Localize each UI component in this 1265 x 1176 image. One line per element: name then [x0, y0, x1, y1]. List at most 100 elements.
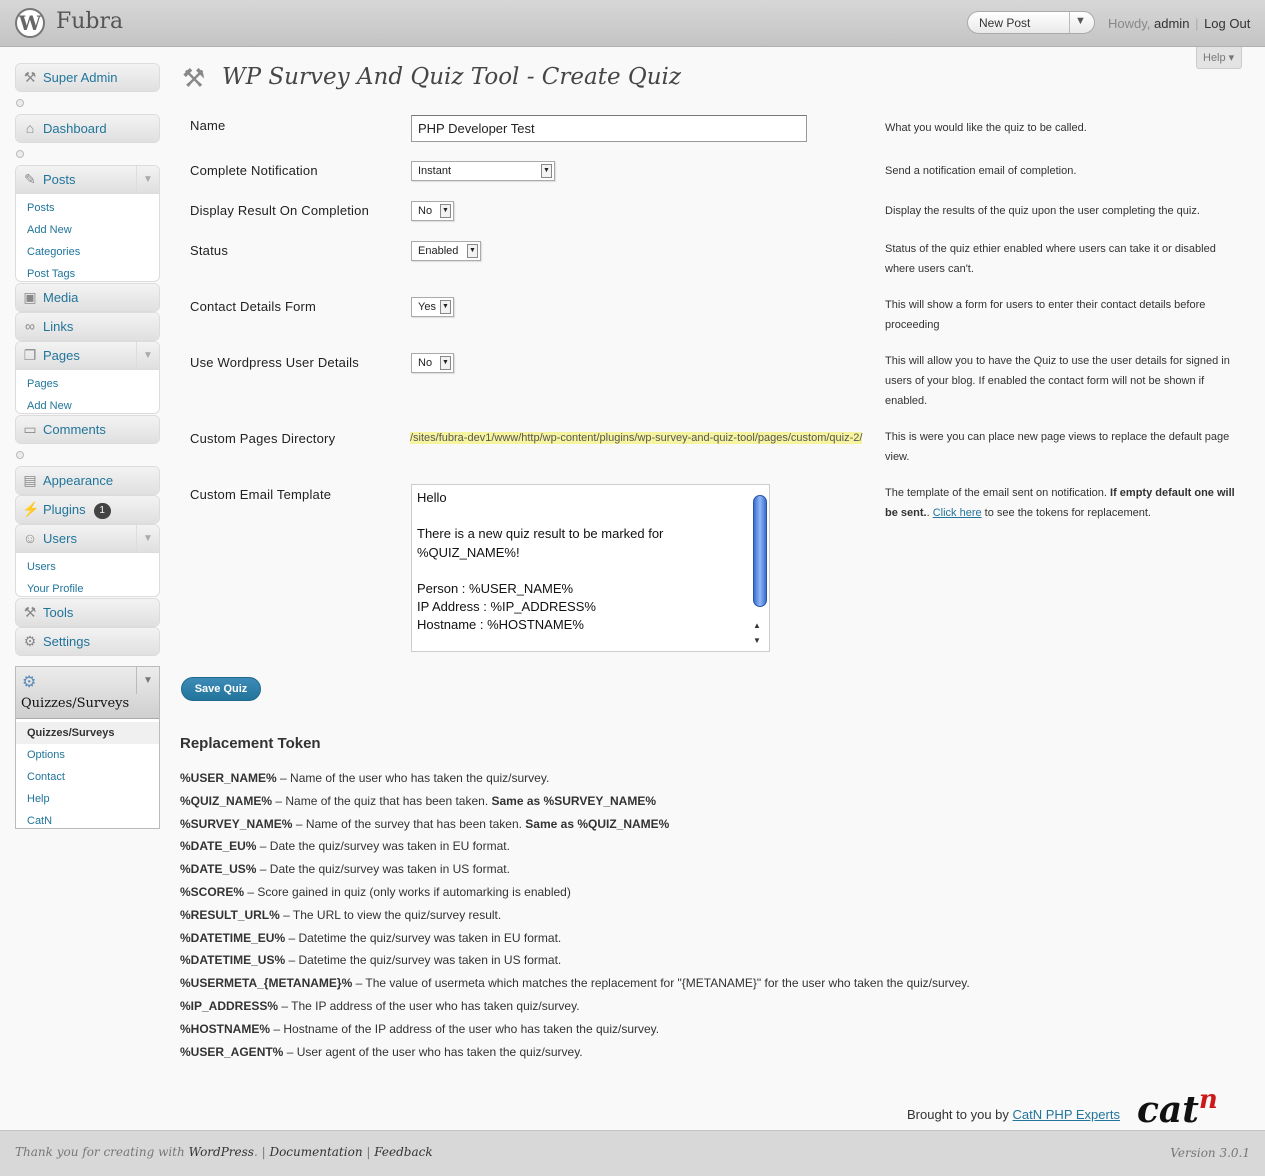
- chevron-down-icon[interactable]: ▼: [1075, 15, 1086, 27]
- menu-separator: [16, 99, 24, 107]
- menu-plugins[interactable]: ⚡ Plugins 1: [15, 495, 160, 524]
- update-count-badge: 1: [93, 502, 111, 519]
- help-tab[interactable]: Help ▾: [1196, 47, 1242, 69]
- menu-label[interactable]: Appearance: [43, 473, 113, 488]
- menu-label[interactable]: Media: [43, 290, 78, 305]
- status-select[interactable]: Enabled ▼: [411, 241, 481, 261]
- menu-settings[interactable]: ⚙ Settings: [15, 627, 160, 656]
- menu-label[interactable]: Quizzes/Surveys: [21, 696, 129, 711]
- menu-label[interactable]: Pages: [43, 348, 80, 363]
- tokens-link[interactable]: Click here: [933, 507, 982, 519]
- catn-logo[interactable]: catn: [1137, 1085, 1218, 1131]
- scroll-down-icon[interactable]: ▼: [753, 636, 761, 645]
- menu-separator: [16, 150, 24, 158]
- menu-appearance[interactable]: ▤ Appearance: [15, 466, 160, 495]
- admin-header: W Fubra New Post ▼ Howdy, admin | Log Ou…: [0, 0, 1265, 47]
- menu-label[interactable]: Super Admin: [43, 70, 117, 85]
- use-wp-user-select[interactable]: No ▼: [411, 353, 454, 373]
- submenu-item[interactable]: Posts: [16, 197, 159, 219]
- select-value: Enabled: [418, 245, 459, 257]
- submenu-item[interactable]: Add New: [16, 219, 159, 241]
- token-description: – Name of the survey that has been taken…: [292, 816, 526, 831]
- contact-form-select[interactable]: Yes ▼: [411, 297, 454, 317]
- desc-text-after: to see the tokens for replacement.: [984, 507, 1151, 519]
- menu-label[interactable]: Tools: [43, 605, 73, 620]
- menu-label[interactable]: Settings: [43, 634, 90, 649]
- token-name: %HOSTNAME%: [180, 1021, 271, 1036]
- menu-label[interactable]: Links: [43, 319, 73, 334]
- username-link[interactable]: admin: [1154, 16, 1189, 31]
- submenu-item[interactable]: Options: [16, 744, 159, 766]
- menu-separator: [16, 451, 24, 459]
- footer: Thank you for creating with WordPress. |…: [0, 1130, 1265, 1176]
- name-description: What you would like the quiz to be calle…: [885, 122, 1087, 134]
- menu-label[interactable]: Comments: [43, 422, 106, 437]
- token-row: %DATETIME_US% – Datetime the quiz/survey…: [180, 949, 1080, 972]
- site-title[interactable]: Fubra: [56, 9, 123, 34]
- menu-label[interactable]: Plugins 1: [43, 502, 111, 519]
- wordpress-link[interactable]: WordPress: [189, 1145, 254, 1159]
- quiz-name-input[interactable]: [411, 115, 807, 142]
- menu-label[interactable]: Users: [43, 531, 77, 546]
- token-name: %USERMETA_{METANAME}%: [180, 976, 353, 991]
- select-value: No: [418, 357, 433, 369]
- submenu-item[interactable]: Contact: [16, 766, 159, 788]
- gear-icon: ⚙: [22, 674, 37, 691]
- token-description: – Date the quiz/survey was taken in US f…: [256, 862, 510, 877]
- credits-text: Brought to you by: [907, 1107, 1009, 1122]
- menu-tools[interactable]: ⚒ Tools: [15, 598, 160, 627]
- submenu-item[interactable]: Post Tags: [16, 263, 159, 281]
- menu-label[interactable]: Dashboard: [43, 121, 107, 136]
- chevron-down-icon[interactable]: ▼: [136, 166, 159, 193]
- complete-notification-select[interactable]: Instant ▼: [411, 161, 555, 181]
- submenu-item[interactable]: Help: [16, 788, 159, 810]
- documentation-link[interactable]: Documentation: [269, 1145, 362, 1159]
- catn-link[interactable]: CatN PHP Experts: [1013, 1107, 1120, 1122]
- token-name: %USER_NAME%: [180, 771, 277, 785]
- wordpress-logo-icon[interactable]: W: [15, 8, 45, 38]
- logout-link[interactable]: Log Out: [1204, 16, 1250, 31]
- menu-label[interactable]: Posts: [43, 172, 76, 187]
- plugins-icon: ⚡: [22, 501, 40, 517]
- scrollbar-thumb[interactable]: [753, 495, 767, 607]
- menu-comments[interactable]: ▭ Comments: [15, 415, 160, 444]
- save-quiz-button[interactable]: Save Quiz: [181, 677, 261, 701]
- display-result-select[interactable]: No ▼: [411, 201, 454, 221]
- submenu-item[interactable]: Categories: [16, 241, 159, 263]
- token-name: %QUIZ_NAME%: [180, 793, 273, 808]
- pages-icon: ❐: [23, 347, 37, 363]
- favorite-action-label[interactable]: New Post: [979, 16, 1030, 30]
- menu-dashboard[interactable]: ⌂ Dashboard: [15, 114, 160, 143]
- email-template-textarea[interactable]: Hello There is a new quiz result to be m…: [411, 484, 770, 652]
- status-label: Status: [190, 243, 229, 258]
- submenu-item[interactable]: Users: [16, 556, 159, 578]
- chevron-down-icon: ▼: [440, 204, 451, 218]
- menu-media[interactable]: ▣ Media: [15, 283, 160, 312]
- submenu-item[interactable]: Pages: [16, 373, 159, 395]
- token-description: – Datetime the quiz/survey was taken in …: [285, 953, 562, 968]
- favorite-actions-dropdown[interactable]: New Post ▼: [967, 11, 1095, 34]
- submenu-item[interactable]: CatN: [16, 810, 159, 832]
- token-row: %SCORE% – Score gained in quiz (only wor…: [180, 881, 1080, 904]
- use-wp-user-description: This will allow you to have the Quiz to …: [885, 355, 1230, 407]
- pages-dir-value: /sites/fubra-dev1/www/http/wp-content/pl…: [410, 432, 863, 444]
- token-row: %USER_NAME% – Name of the user who has t…: [180, 767, 1080, 790]
- page-title: WP Survey And Quiz Tool - Create Quiz: [222, 64, 682, 90]
- catn-logo-sup: n: [1198, 1085, 1218, 1115]
- menu-links[interactable]: ∞ Links: [15, 312, 160, 341]
- token-description: – Date the quiz/survey was taken in EU f…: [256, 839, 510, 854]
- submenu-item-current[interactable]: Quizzes/Surveys: [16, 722, 159, 744]
- feedback-link[interactable]: Feedback: [374, 1145, 432, 1159]
- submenu-item[interactable]: Add New: [16, 395, 159, 413]
- chevron-down-icon[interactable]: ▼: [136, 667, 159, 694]
- pages-dir-path: /sites/fubra-dev1/www/http/wp-content/pl…: [410, 428, 870, 448]
- menu-super-admin[interactable]: ⚒ Super Admin: [15, 63, 160, 92]
- howdy-text: Howdy,: [1108, 16, 1151, 31]
- submenu-item[interactable]: Your Profile: [16, 578, 159, 596]
- email-template-text[interactable]: Hello There is a new quiz result to be m…: [417, 489, 747, 635]
- scroll-up-icon[interactable]: ▲: [753, 621, 761, 630]
- chevron-down-icon[interactable]: ▼: [136, 342, 159, 369]
- scrollbar[interactable]: ▲ ▼: [753, 489, 767, 649]
- plugins-label[interactable]: Plugins: [43, 502, 86, 517]
- chevron-down-icon[interactable]: ▼: [136, 525, 159, 552]
